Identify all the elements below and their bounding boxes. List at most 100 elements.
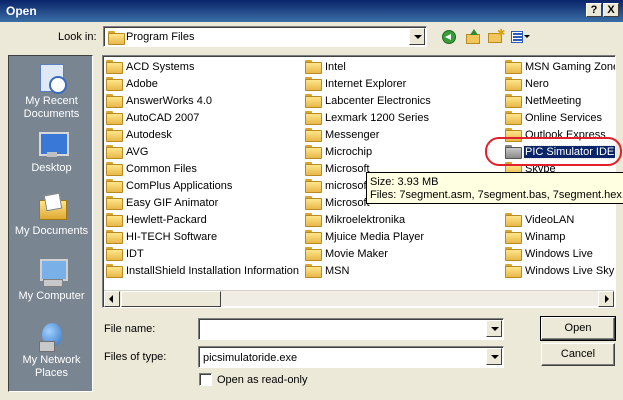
file-list-item-label: IDT <box>126 248 144 260</box>
file-list-item[interactable]: Autodesk <box>106 127 300 144</box>
place-my-recent-documents[interactable]: My Recent Documents <box>9 62 94 121</box>
file-column: MSN Gaming Zone Nero NetMeeting Online Serv… <box>505 59 616 280</box>
folder-icon <box>106 179 123 194</box>
file-list-item[interactable]: MSN Gaming Zone <box>505 59 615 76</box>
file-list-item-label: Adobe <box>126 78 158 90</box>
file-list-item[interactable]: ACD Systems <box>106 59 300 76</box>
place-my-computer[interactable]: My Computer <box>9 257 94 303</box>
file-list-item[interactable]: Intel <box>305 59 432 76</box>
look-in-dropdown[interactable]: Program Files <box>103 26 427 47</box>
folder-icon <box>505 60 522 75</box>
file-list-item-label: Nero <box>525 78 549 90</box>
title-bar[interactable]: Open ? X <box>0 0 623 22</box>
place-label: My Recent Documents <box>23 95 80 120</box>
file-list-item-label: Windows Live <box>525 248 593 260</box>
place-label: My Documents <box>14 225 89 237</box>
file-list-item[interactable]: Hewlett-Packard <box>106 212 300 229</box>
file-list-item-label: AVG <box>126 146 149 158</box>
folder-icon <box>305 145 322 160</box>
files-of-type-value: picsimulatoride.exe <box>203 352 298 364</box>
file-list-item[interactable]: InstallShield Installation Information <box>106 263 300 280</box>
file-list-item[interactable]: Labcenter Electronics <box>305 93 432 110</box>
file-list-item-label: Online Services <box>525 112 603 124</box>
folder-icon <box>106 145 123 160</box>
folder-icon <box>106 213 123 228</box>
file-list-item-label: microsoft <box>325 180 370 192</box>
file-list-item[interactable]: NetMeeting <box>505 93 615 110</box>
file-list-item[interactable]: AVG <box>106 144 300 161</box>
file-list-item-label: AnswerWorks 4.0 <box>126 95 212 107</box>
file-list-item[interactable]: Messenger <box>305 127 432 144</box>
folder-icon <box>505 77 522 92</box>
read-only-checkbox[interactable] <box>199 373 212 386</box>
folder-icon <box>106 230 123 245</box>
file-list-item[interactable]: Movie Maker <box>305 246 432 263</box>
chevron-down-icon[interactable] <box>486 348 502 365</box>
new-folder-icon[interactable]: ✱ <box>487 29 505 45</box>
folder-icon <box>108 31 125 45</box>
scrollbar-thumb[interactable] <box>121 291 221 307</box>
file-list-item[interactable]: PIC Simulator IDE <box>505 144 615 161</box>
folder-icon <box>305 128 322 143</box>
file-name-combo[interactable] <box>198 318 504 340</box>
file-name-input[interactable] <box>202 321 482 337</box>
scroll-right-icon[interactable] <box>598 291 614 307</box>
look-in-value: Program Files <box>126 31 195 43</box>
up-folder-icon[interactable] <box>464 29 482 45</box>
file-list-item-label: Autodesk <box>126 129 172 141</box>
files-of-type-dropdown[interactable]: picsimulatoride.exe <box>198 346 504 368</box>
file-list-item-label: Hewlett-Packard <box>126 214 207 226</box>
open-button[interactable]: Open <box>540 316 616 341</box>
file-list-item[interactable]: IDT <box>106 246 300 263</box>
file-list-item[interactable]: ComPlus Applications <box>106 178 300 195</box>
folder-icon <box>305 196 322 211</box>
folder-icon <box>305 94 322 109</box>
file-list-item[interactable]: Mjuice Media Player <box>305 229 432 246</box>
file-list-item[interactable]: MSN <box>305 263 432 280</box>
file-list-item[interactable]: AutoCAD 2007 <box>106 110 300 127</box>
file-list-item[interactable]: Windows Live SkyD <box>505 263 616 280</box>
file-list-item[interactable]: AnswerWorks 4.0 <box>106 93 300 110</box>
file-list-item[interactable]: Nero <box>505 76 615 93</box>
scroll-left-icon[interactable] <box>104 291 120 307</box>
network-places-icon <box>37 321 67 352</box>
views-menu-icon[interactable] <box>510 29 532 45</box>
file-list-item[interactable]: HI-TECH Software <box>106 229 300 246</box>
file-list-item-label: MSN <box>325 265 350 277</box>
close-button[interactable]: X <box>603 3 619 17</box>
file-list-item[interactable]: Winamp <box>505 229 615 246</box>
place-my-documents[interactable]: My Documents <box>9 192 94 238</box>
file-column: ACD Systems Adobe AnswerWorks 4.0 AutoCAD 2… <box>106 59 300 280</box>
place-my-network-places[interactable]: My Network Places <box>9 321 94 380</box>
file-list-item[interactable]: Adobe <box>106 76 300 93</box>
file-list-item-label: ACD Systems <box>126 61 195 73</box>
file-list-item-label: Intel <box>325 61 346 73</box>
file-list-item[interactable]: Windows Live <box>505 246 615 263</box>
file-list-item[interactable]: Microchip <box>305 144 432 161</box>
file-list-item[interactable]: Online Services <box>505 110 615 127</box>
file-list-item-label: Winamp <box>525 231 566 243</box>
folder-icon <box>505 145 522 160</box>
folder-icon <box>106 162 123 177</box>
file-list-item[interactable]: Common Files <box>106 161 300 178</box>
file-list-item-label: Microsoft <box>325 197 370 209</box>
file-list-item[interactable]: VideoLAN <box>505 212 615 229</box>
file-list-item[interactable]: Lexmark 1200 Series <box>305 110 432 127</box>
folder-icon <box>305 213 322 228</box>
file-list-item[interactable]: Outlook Express <box>505 127 615 144</box>
folder-icon <box>106 94 123 109</box>
chevron-down-icon[interactable] <box>409 28 425 45</box>
chevron-down-icon[interactable] <box>486 320 502 337</box>
file-list-item[interactable]: Easy GIF Animator <box>106 195 300 212</box>
file-list-item[interactable]: Internet Explorer <box>305 76 432 93</box>
back-icon[interactable] <box>441 29 459 45</box>
horizontal-scrollbar[interactable] <box>104 290 614 307</box>
file-list-item-label: InstallShield Installation Information <box>126 265 300 277</box>
file-list-item[interactable]: Mikroelektronika <box>305 212 432 229</box>
cancel-button[interactable]: Cancel <box>541 343 615 366</box>
file-list-item-label: Windows Live SkyD <box>525 265 616 277</box>
folder-icon <box>305 264 322 279</box>
desktop-icon <box>37 129 69 159</box>
place-desktop[interactable]: Desktop <box>9 129 94 175</box>
help-button[interactable]: ? <box>586 3 602 17</box>
